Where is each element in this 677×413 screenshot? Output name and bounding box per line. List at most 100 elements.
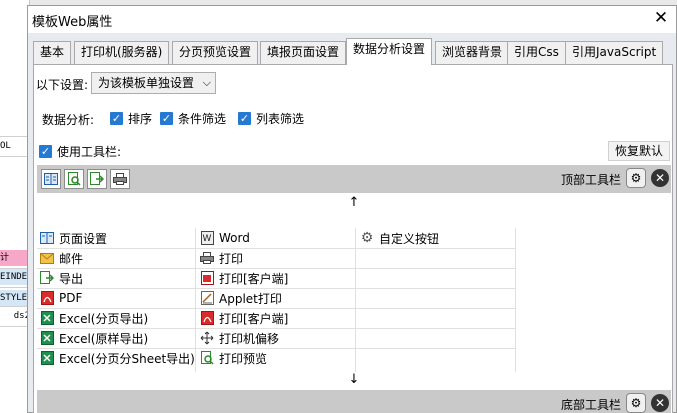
dialog-close-button[interactable]: ✕: [652, 8, 670, 28]
grid-item-mail[interactable]: 邮件: [37, 248, 83, 268]
sheet-cell: ds2: [13, 311, 30, 321]
grid-item-excel-sheet[interactable]: Excel(分页分Sheet导出): [37, 348, 195, 368]
gear-icon: ⚙: [630, 396, 642, 410]
tab-browser-background[interactable]: 浏览器背景: [435, 41, 510, 64]
grid-item-label: Excel(原样导出): [59, 331, 149, 346]
mail-icon: [39, 250, 55, 266]
sheet-gridline: [0, 287, 30, 288]
sheet-gridline: [0, 306, 30, 307]
grid-item-page-setup[interactable]: 页面设置: [37, 228, 107, 248]
grid-item-label: 打印预览: [219, 351, 268, 366]
list-filter-checkbox[interactable]: ✓ 列表筛选: [238, 110, 304, 127]
top-toolbar-zone: 顶部工具栏 ⚙ ✕: [37, 165, 671, 193]
top-toolbar-settings-button[interactable]: ⚙: [626, 168, 646, 188]
grid-item-label: 打印: [219, 251, 244, 266]
grid-item-excel-paged[interactable]: Excel(分页导出): [37, 308, 148, 328]
grid-item-client-print-pdf[interactable]: 打印[客户端]: [197, 308, 288, 328]
word-icon: W: [199, 230, 215, 246]
sheet-cell: OL: [0, 141, 11, 151]
tab-basic[interactable]: 基本: [33, 41, 72, 64]
grid-item-label: Excel(分页导出): [59, 311, 149, 326]
setting-scope-label: 以下设置:: [36, 78, 89, 92]
grid-item-printer-offset[interactable]: 打印机偏移: [197, 328, 279, 348]
sort-checkbox-label: 排序: [128, 112, 153, 126]
grid-item-label: PDF: [59, 291, 83, 305]
data-analysis-panel: 以下设置: 为该模板单独设置 ⌵ 数据分析: ✓ 排序 ✓ 条件筛选 ✓ 列表筛…: [33, 64, 673, 413]
preview-icon[interactable]: [64, 169, 84, 189]
page-setup-icon[interactable]: [41, 169, 61, 189]
gear-icon: ⚙: [630, 171, 642, 185]
move-icon: [199, 330, 215, 346]
sheet-cell: EINDE: [0, 269, 30, 285]
grid-item-excel-original[interactable]: Excel(原样导出): [37, 328, 148, 348]
grid-item-custom-button[interactable]: ⚙ 自定义按钮: [357, 228, 439, 248]
list-filter-checkbox-label: 列表筛选: [256, 112, 305, 126]
pdf-icon: [199, 310, 215, 326]
print-icon[interactable]: [110, 169, 130, 189]
bottom-toolbar-settings-button[interactable]: ⚙: [626, 393, 646, 413]
background-sheet: OL 计 EINDE STYLE ds2: [0, 0, 30, 413]
data-analysis-label: 数据分析:: [42, 113, 95, 127]
export-icon[interactable]: [87, 169, 107, 189]
grid-item-label: 导出: [59, 271, 84, 286]
grid-item-client-print[interactable]: 打印[客户端]: [197, 268, 288, 288]
grid-item-pdf[interactable]: PDF: [37, 288, 82, 308]
grid-item-label: 打印[客户端]: [219, 311, 289, 326]
grid-item-label: 页面设置: [59, 231, 108, 246]
use-toolbar-label: 使用工具栏:: [57, 145, 122, 159]
move-up-arrow[interactable]: ↑: [37, 193, 671, 213]
tab-data-analysis[interactable]: 数据分析设置: [346, 38, 433, 65]
grid-item-word[interactable]: W Word: [197, 228, 250, 248]
tab-javascript[interactable]: 引用JavaScript: [565, 41, 664, 64]
move-down-arrow[interactable]: ↓: [37, 370, 671, 390]
tab-bar: 基本 打印机(服务器) 分页预览设置 填报页面设置 数据分析设置 浏览器背景 引…: [33, 38, 673, 65]
sheet-gridline: [0, 326, 30, 327]
grid-item-applet-print[interactable]: Applet打印: [197, 288, 282, 308]
restore-default-button[interactable]: 恢复默认: [608, 141, 670, 161]
export-icon: [39, 270, 55, 286]
condition-filter-checkbox-label: 条件筛选: [178, 112, 227, 126]
checkmark-icon: ✓: [39, 145, 52, 158]
checkmark-icon: ✓: [238, 112, 251, 125]
print-icon: [199, 250, 215, 266]
bottom-toolbar-label: 底部工具栏: [560, 398, 621, 412]
checkmark-icon: ✓: [160, 112, 173, 125]
grid-item-print-preview[interactable]: 打印预览: [197, 348, 267, 368]
grid-item-label: Excel(分页分Sheet导出): [59, 351, 195, 366]
applet-print-icon: [199, 290, 215, 306]
checkmark-icon: ✓: [110, 112, 123, 125]
tab-printer-server[interactable]: 打印机(服务器): [74, 41, 170, 64]
sheet-cell: STYLE: [0, 290, 30, 306]
grid-divider: [515, 228, 516, 372]
top-toolbar-icons: [41, 169, 130, 189]
bottom-toolbar-remove-button[interactable]: ✕: [651, 394, 669, 412]
grid-item-label: 打印机偏移: [219, 331, 280, 346]
tab-css[interactable]: 引用Css: [507, 41, 566, 64]
condition-filter-checkbox[interactable]: ✓ 条件筛选: [160, 110, 226, 127]
grid-item-export[interactable]: 导出: [37, 268, 83, 288]
grid-item-label: 自定义按钮: [379, 231, 440, 246]
top-toolbar-label: 顶部工具栏: [560, 173, 621, 187]
grid-divider: [355, 228, 356, 372]
top-toolbar-remove-button[interactable]: ✕: [651, 169, 669, 187]
tab-paging-preview[interactable]: 分页预览设置: [172, 41, 259, 64]
template-web-properties-dialog: 模板Web属性 ✕ 基本 打印机(服务器) 分页预览设置 填报页面设置 数据分析…: [27, 5, 677, 413]
dialog-title: 模板Web属性: [32, 15, 113, 30]
grid-item-label: Applet打印: [219, 291, 282, 306]
use-toolbar-checkbox[interactable]: ✓ 使用工具栏:: [39, 143, 121, 160]
sort-checkbox[interactable]: ✓ 排序: [110, 110, 152, 127]
grid-item-label: 打印[客户端]: [219, 271, 289, 286]
svg-text:W: W: [202, 234, 211, 244]
gear-icon: ⚙: [360, 230, 374, 246]
excel-icon: [39, 350, 55, 366]
grid-item-print[interactable]: 打印: [197, 248, 243, 268]
grid-item-label: Word: [219, 231, 250, 245]
dialog-titlebar: 模板Web属性 ✕: [28, 6, 676, 33]
bottom-toolbar-zone: 底部工具栏 ⚙ ✕: [37, 390, 671, 413]
sheet-gridline: [0, 156, 30, 157]
page-setup-icon: [39, 230, 55, 246]
sheet-gridline: [0, 136, 30, 137]
setting-scope-select[interactable]: 为该模板单独设置 ⌵: [91, 72, 216, 94]
tab-fill-page[interactable]: 填报页面设置: [260, 41, 347, 64]
grid-item-label: 邮件: [59, 251, 84, 266]
